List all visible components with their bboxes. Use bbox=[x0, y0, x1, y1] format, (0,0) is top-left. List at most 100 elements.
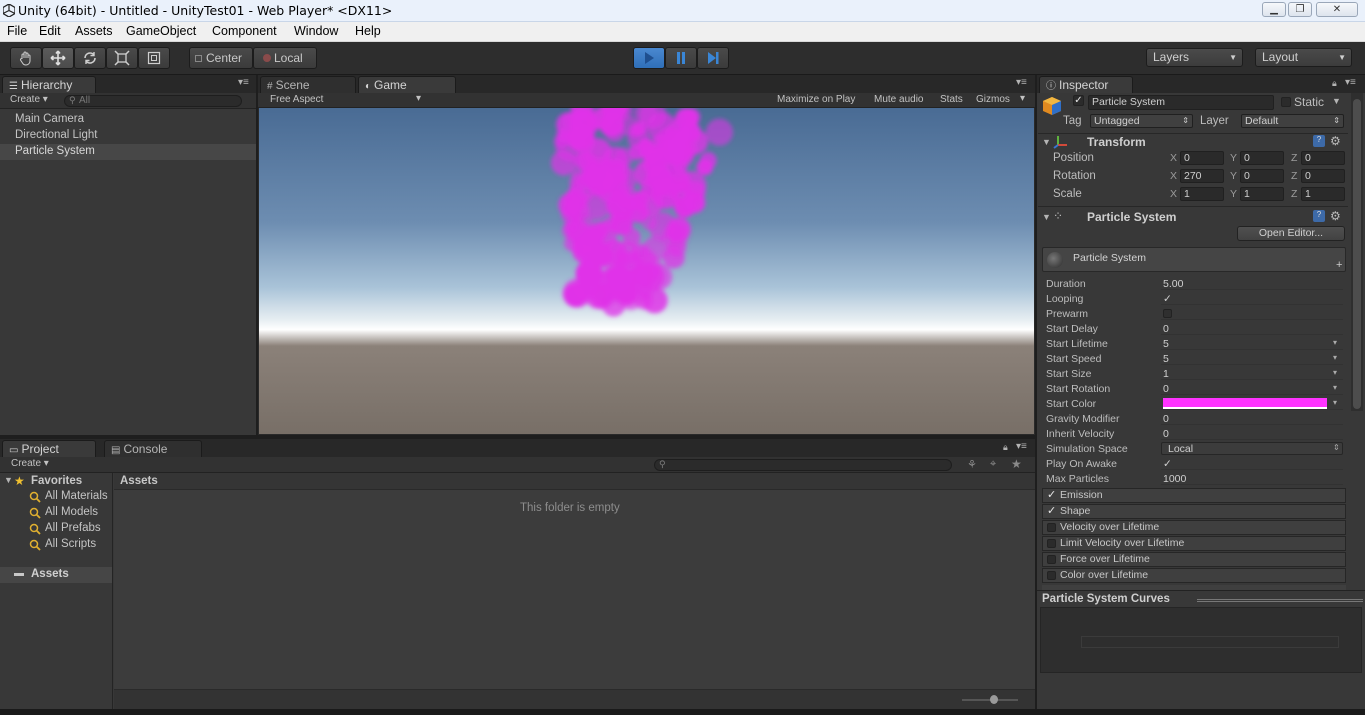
hierarchy-create-button[interactable]: Create ▾ bbox=[10, 94, 48, 105]
tag-dropdown[interactable]: Untagged ⇕ bbox=[1090, 114, 1193, 128]
property-field[interactable] bbox=[1161, 352, 1343, 365]
slider-thumb[interactable] bbox=[990, 695, 998, 704]
hand-tool-button[interactable] bbox=[10, 47, 42, 69]
chevron-down-icon[interactable]: ⇕ bbox=[1333, 443, 1340, 452]
tab-project[interactable]: ▭ Project bbox=[2, 440, 96, 457]
position-x-field[interactable]: 0 bbox=[1180, 151, 1224, 165]
chevron-down-icon[interactable]: ▾ bbox=[1333, 398, 1337, 407]
property-field[interactable] bbox=[1161, 367, 1343, 380]
property-field[interactable] bbox=[1161, 307, 1343, 320]
property-field[interactable] bbox=[1161, 382, 1343, 395]
tab-scene[interactable]: # Scene bbox=[260, 76, 356, 93]
tab-inspector[interactable]: ⓘ Inspector bbox=[1039, 76, 1133, 93]
property-field[interactable] bbox=[1161, 277, 1343, 290]
help-book-icon[interactable]: ? bbox=[1313, 135, 1325, 147]
module-row[interactable]: Color over Lifetime bbox=[1042, 568, 1346, 583]
project-search-input[interactable]: ⚲ bbox=[654, 459, 952, 471]
favorite-all-materials[interactable]: All Materials bbox=[45, 490, 108, 502]
property-field[interactable] bbox=[1161, 457, 1343, 470]
panel-menu-icon[interactable]: ▾≡ bbox=[1345, 77, 1356, 88]
move-tool-button[interactable] bbox=[42, 47, 74, 69]
property-field[interactable] bbox=[1161, 412, 1343, 425]
add-module-icon[interactable]: + bbox=[1336, 259, 1342, 271]
curves-graph[interactable] bbox=[1040, 607, 1362, 673]
minimize-button[interactable]: ▁ bbox=[1262, 2, 1286, 17]
menu-component[interactable]: Component bbox=[212, 24, 277, 38]
panel-menu-icon[interactable]: ▾≡ bbox=[238, 77, 249, 88]
hierarchy-item-main-camera[interactable]: Main Camera bbox=[15, 113, 84, 125]
module-row[interactable]: Velocity over Lifetime bbox=[1042, 520, 1346, 535]
menu-window[interactable]: Window bbox=[294, 24, 338, 38]
gear-icon[interactable]: ⚙ bbox=[1330, 209, 1341, 223]
position-y-field[interactable]: 0 bbox=[1240, 151, 1284, 165]
breadcrumb-assets[interactable]: Assets bbox=[120, 475, 158, 487]
favorite-all-prefabs[interactable]: All Prefabs bbox=[45, 522, 101, 534]
menu-file[interactable]: File bbox=[7, 24, 27, 38]
favorites-label[interactable]: Favorites bbox=[31, 475, 82, 487]
chevron-down-icon[interactable]: ▾ bbox=[1333, 383, 1337, 392]
module-row[interactable]: Force over Lifetime bbox=[1042, 552, 1346, 567]
lock-icon[interactable]: 🔒︎ bbox=[1332, 78, 1337, 89]
scale-z-field[interactable]: 1 bbox=[1301, 187, 1345, 201]
start-color-swatch[interactable] bbox=[1163, 398, 1327, 409]
game-viewport[interactable] bbox=[259, 108, 1034, 434]
module-checkbox[interactable] bbox=[1047, 571, 1056, 580]
property-field[interactable] bbox=[1161, 472, 1343, 485]
module-checkbox[interactable] bbox=[1047, 523, 1056, 532]
menu-edit[interactable]: Edit bbox=[39, 24, 61, 38]
tab-hierarchy[interactable]: ☰ Hierarchy bbox=[2, 76, 96, 93]
module-row[interactable]: Limit Velocity over Lifetime bbox=[1042, 536, 1346, 551]
menu-help[interactable]: Help bbox=[355, 24, 381, 38]
aspect-dropdown[interactable]: Free Aspect bbox=[270, 94, 323, 105]
help-book-icon[interactable]: ? bbox=[1313, 210, 1325, 222]
object-name-field[interactable]: Particle System bbox=[1088, 95, 1274, 110]
tab-game[interactable]: ◐ Game bbox=[358, 76, 456, 93]
rotation-y-field[interactable]: 0 bbox=[1240, 169, 1284, 183]
gizmos-dropdown[interactable]: Gizmos bbox=[976, 94, 1010, 105]
curve-preset-strip[interactable] bbox=[1081, 636, 1339, 648]
scrollbar-thumb[interactable] bbox=[1353, 99, 1361, 409]
layout-dropdown[interactable]: Layout ▼ bbox=[1255, 48, 1352, 67]
check-icon[interactable]: ✓ bbox=[1047, 489, 1056, 502]
chevron-down-icon[interactable]: ▾ bbox=[1333, 353, 1337, 362]
step-button[interactable] bbox=[697, 47, 729, 69]
pivot-local-toggle[interactable]: Local bbox=[253, 47, 317, 69]
menu-gameobject[interactable]: GameObject bbox=[126, 24, 196, 38]
lock-icon[interactable]: 🔒︎ bbox=[1003, 442, 1008, 453]
chevron-down-icon[interactable]: ▼ bbox=[1332, 96, 1341, 106]
rotation-z-field[interactable]: 0 bbox=[1301, 169, 1345, 183]
module-row[interactable]: ✓ Shape bbox=[1042, 504, 1346, 519]
layers-dropdown[interactable]: Layers ▼ bbox=[1146, 48, 1243, 67]
scale-x-field[interactable]: 1 bbox=[1180, 187, 1224, 201]
pivot-center-toggle[interactable]: Center bbox=[189, 47, 253, 69]
maximize-on-play-toggle[interactable]: Maximize on Play bbox=[777, 94, 855, 105]
property-field[interactable] bbox=[1161, 427, 1343, 440]
filter-by-type-icon[interactable]: ⚘ bbox=[967, 458, 977, 471]
scale-tool-button[interactable] bbox=[106, 47, 138, 69]
pause-button[interactable] bbox=[665, 47, 697, 69]
check-icon[interactable]: ✓ bbox=[1047, 505, 1056, 518]
hierarchy-item-particle-system[interactable]: Particle System bbox=[15, 145, 95, 157]
module-row[interactable]: ✓ Emission bbox=[1042, 488, 1346, 503]
scale-y-field[interactable]: 1 bbox=[1240, 187, 1284, 201]
mute-audio-toggle[interactable]: Mute audio bbox=[874, 94, 923, 105]
favorite-star-icon[interactable]: ★ bbox=[1011, 457, 1022, 471]
module-checkbox[interactable] bbox=[1047, 555, 1056, 564]
play-button[interactable] bbox=[633, 47, 665, 69]
rect-tool-button[interactable] bbox=[138, 47, 170, 69]
gear-icon[interactable]: ⚙ bbox=[1330, 134, 1341, 148]
layer-dropdown[interactable]: Default ⇕ bbox=[1241, 114, 1344, 128]
rotate-tool-button[interactable] bbox=[74, 47, 106, 69]
stats-toggle[interactable]: Stats bbox=[940, 94, 963, 105]
tab-console[interactable]: ▤ Console bbox=[104, 440, 202, 457]
chevron-down-icon[interactable]: ▾ bbox=[1333, 368, 1337, 377]
close-button[interactable]: ✕ bbox=[1316, 2, 1358, 17]
foldout-arrow-icon[interactable]: ▼ bbox=[1042, 212, 1051, 222]
property-field[interactable] bbox=[1161, 337, 1343, 350]
panel-menu-icon[interactable]: ▾≡ bbox=[1016, 441, 1027, 452]
active-checkbox[interactable]: ✓ bbox=[1073, 95, 1084, 106]
hierarchy-item-directional-light[interactable]: Directional Light bbox=[15, 129, 97, 141]
favorite-all-models[interactable]: All Models bbox=[45, 506, 98, 518]
system-module-header[interactable]: Particle System + bbox=[1042, 247, 1346, 272]
project-create-button[interactable]: Create ▾ bbox=[11, 458, 49, 469]
